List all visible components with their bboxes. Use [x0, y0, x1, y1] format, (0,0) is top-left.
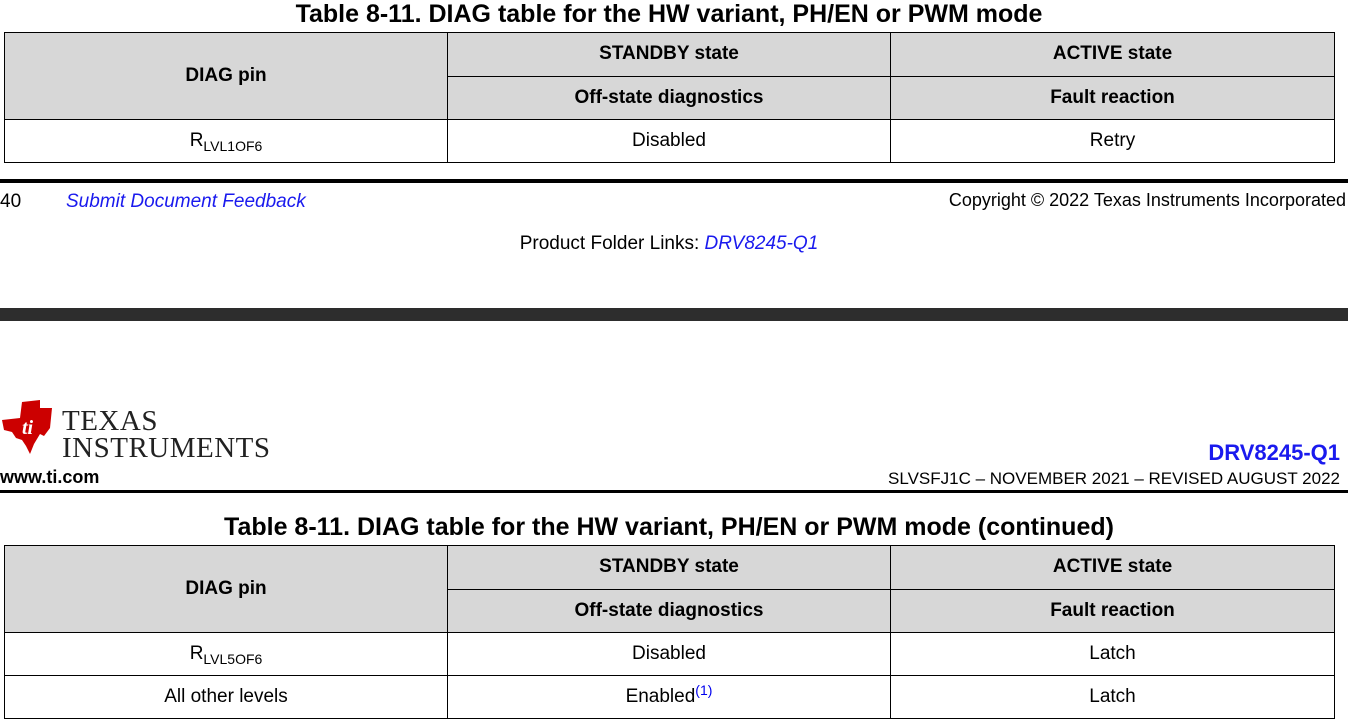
product-name-link[interactable]: DRV8245-Q1: [1208, 440, 1340, 466]
ti-logo[interactable]: ti TEXAS INSTRUMENTS: [0, 398, 270, 463]
footer-rule: [0, 179, 1348, 183]
header-diag-pin: DIAG pin: [4, 32, 448, 120]
table-title: Table 8-11. DIAG table for the HW varian…: [295, 0, 1043, 28]
header-standby-state: STANDBY state: [447, 32, 891, 77]
header-offstate-diagnostics: Off-state diagnostics: [447, 588, 891, 633]
svg-text:ti: ti: [22, 417, 34, 439]
table-row: RLVL1OF6 Disabled Retry: [4, 119, 1335, 163]
header-rule: [0, 490, 1348, 493]
cell-diag-pin: RLVL5OF6: [4, 632, 448, 676]
cell-active: Latch: [890, 675, 1335, 719]
cell-standby: Disabled: [447, 119, 891, 163]
website-link[interactable]: www.ti.com: [0, 467, 99, 488]
cell-diag-pin: RLVL1OF6: [4, 119, 448, 163]
header-standby-state: STANDBY state: [447, 545, 891, 590]
cell-diag-pin: All other levels: [4, 675, 448, 719]
logo-text-texas: TEXAS: [62, 405, 158, 437]
submit-feedback-link[interactable]: Submit Document Feedback: [66, 191, 306, 213]
page-number: 40: [0, 191, 22, 212]
header-fault-reaction: Fault reaction: [890, 588, 1335, 633]
ti-logo-icon: ti: [2, 400, 52, 454]
diag-table: DIAG pin STANDBY state ACTIVE state Off-…: [4, 32, 1335, 163]
cell-active: Latch: [890, 632, 1335, 676]
footnote-link[interactable]: (1): [695, 682, 712, 698]
product-folder-links: Product Folder Links: DRV8245-Q1: [0, 233, 1338, 255]
document-id: SLVSFJ1C – NOVEMBER 2021 – REVISED AUGUS…: [888, 469, 1340, 488]
table-row: RLVL5OF6 Disabled Latch: [4, 632, 1335, 676]
logo-text-instruments: INSTRUMENTS: [62, 432, 271, 464]
cell-standby: Enabled(1): [447, 675, 891, 719]
product-folder-link[interactable]: DRV8245-Q1: [705, 233, 819, 254]
folder-label: Product Folder Links:: [519, 233, 705, 254]
cell-active: Retry: [890, 119, 1335, 163]
table-title-continued: Table 8-11. DIAG table for the HW varian…: [224, 513, 1114, 541]
diag-table-continued: DIAG pin STANDBY state ACTIVE state Off-…: [4, 545, 1335, 719]
header-offstate-diagnostics: Off-state diagnostics: [447, 75, 891, 120]
table-row: All other levels Enabled(1) Latch: [4, 675, 1335, 719]
header-diag-pin: DIAG pin: [4, 545, 448, 633]
header-fault-reaction: Fault reaction: [890, 75, 1335, 120]
page-separator: [0, 308, 1348, 321]
header-active-state: ACTIVE state: [890, 32, 1335, 77]
copyright-text: Copyright © 2022 Texas Instruments Incor…: [948, 190, 1346, 210]
cell-standby: Disabled: [447, 632, 891, 676]
header-active-state: ACTIVE state: [890, 545, 1335, 590]
